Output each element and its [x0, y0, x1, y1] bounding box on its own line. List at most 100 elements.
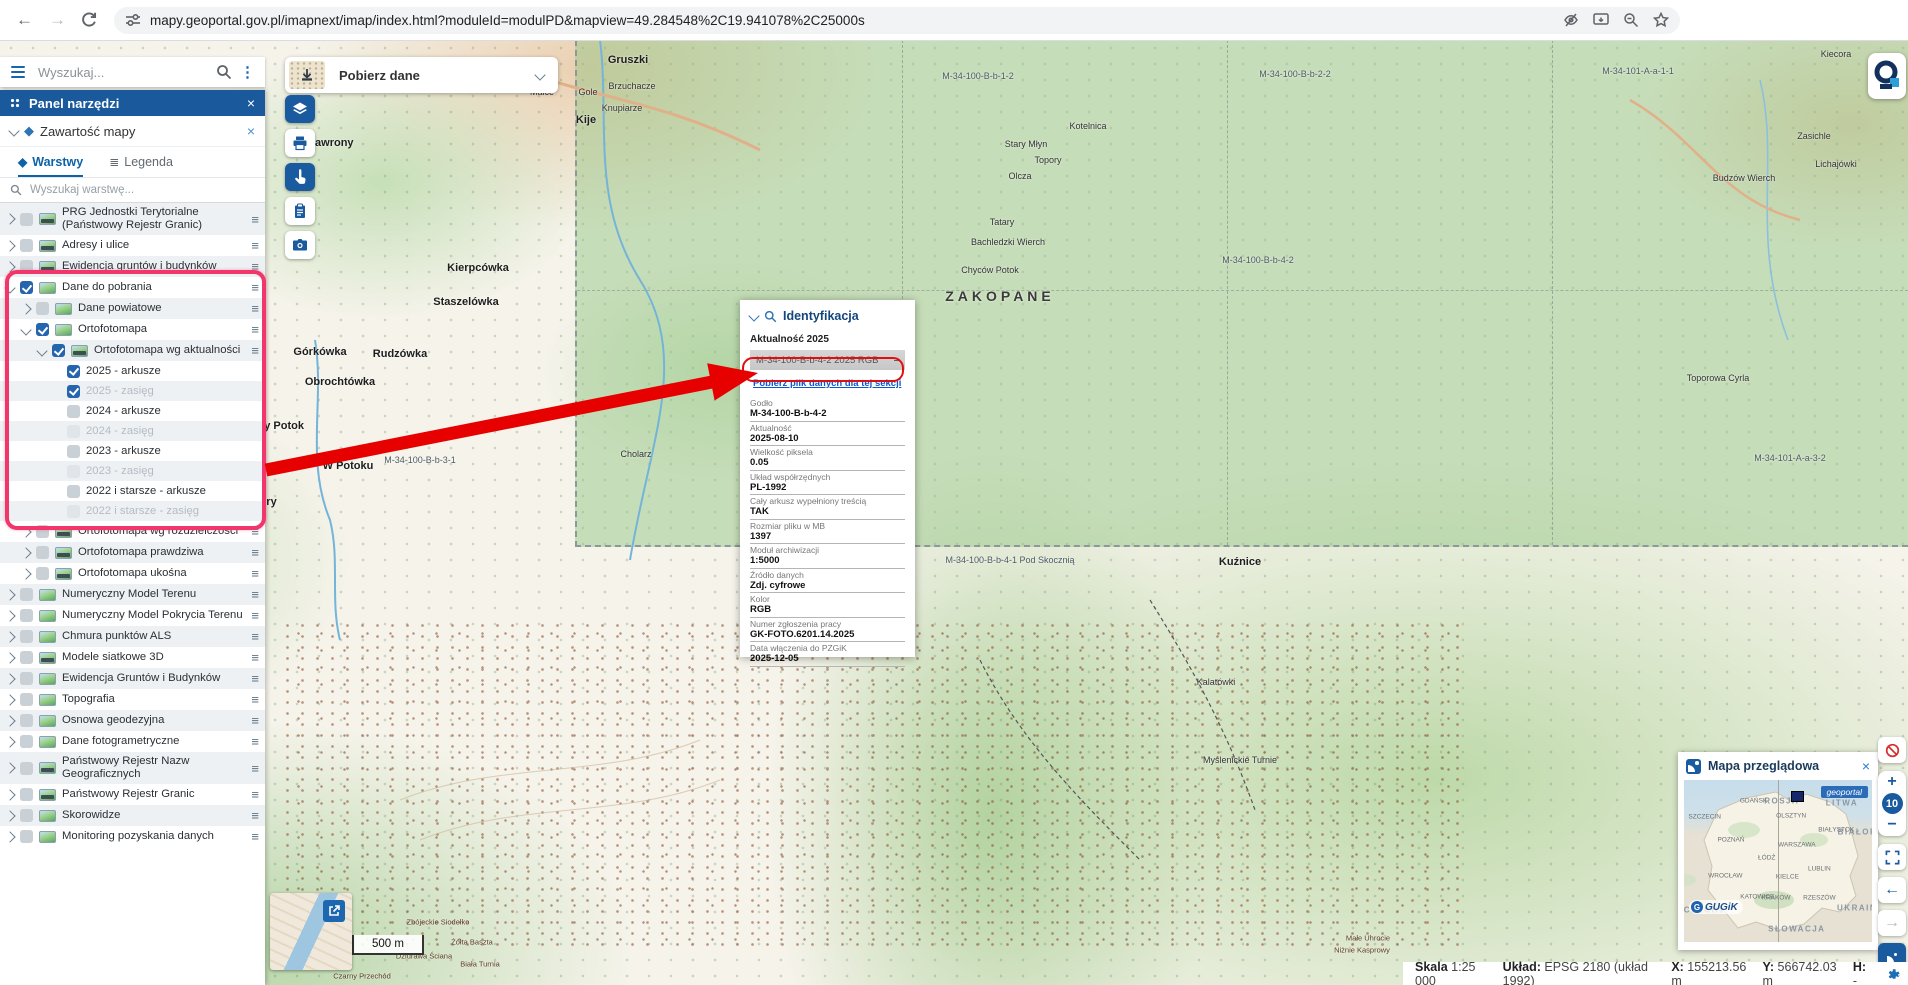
layer-menu-icon[interactable]: ≡	[251, 587, 259, 602]
layer-tree-row[interactable]: Państwowy Rejestr Nazw Geograficznych≡	[0, 752, 265, 784]
layer-tree-row[interactable]: Państwowy Rejestr Granic≡	[0, 784, 265, 805]
layer-checkbox[interactable]	[20, 588, 33, 601]
browser-forward-icon[interactable]: →	[49, 10, 66, 30]
layer-checkbox[interactable]	[67, 385, 80, 398]
fullscreen-button[interactable]	[1878, 844, 1906, 870]
layer-tree-row[interactable]: 2025 - zasięg	[0, 381, 265, 401]
layer-menu-icon[interactable]: ≡	[251, 280, 259, 295]
layer-tree-row[interactable]: Dane powiatowe≡	[0, 298, 265, 319]
layer-checkbox[interactable]	[20, 260, 33, 273]
overview-map[interactable]: ROSJALITWABIAŁORUŚCZECHYSŁOWACJAUKRAINAS…	[1684, 780, 1872, 942]
tree-expander-icon[interactable]	[20, 526, 31, 537]
clipboard-tool-button[interactable]	[285, 197, 315, 225]
map-content-section[interactable]: ◆ Zawartość mapy ×	[0, 116, 265, 147]
layer-checkbox[interactable]	[67, 505, 80, 518]
tree-expander-icon[interactable]	[4, 213, 15, 224]
layer-tree-row[interactable]: 2022 i starsze - zasięg	[0, 501, 265, 521]
layer-checkbox[interactable]	[36, 525, 49, 538]
tree-expander-icon[interactable]	[4, 631, 15, 642]
panel-close-icon[interactable]: ×	[247, 95, 255, 111]
layer-checkbox[interactable]	[20, 735, 33, 748]
tree-expander-icon[interactable]	[20, 324, 31, 335]
tree-expander-icon[interactable]	[4, 589, 15, 600]
layer-checkbox[interactable]	[20, 213, 33, 226]
bookmark-star-icon[interactable]	[1652, 11, 1670, 29]
layer-checkbox[interactable]	[67, 445, 80, 458]
layer-tree-row[interactable]: PRG Jednostki Terytorialne (Państwowy Re…	[0, 203, 265, 235]
identify-selected-sheet[interactable]: M-34-100-B-b-4-2 2025 RGB –	[750, 350, 905, 370]
tree-expander-icon[interactable]	[4, 240, 15, 251]
tree-expander-icon[interactable]	[4, 831, 15, 842]
layer-menu-icon[interactable]: ≡	[251, 301, 259, 316]
layer-tree-row[interactable]: Modele siatkowe 3D≡	[0, 647, 265, 668]
zoom-in-button[interactable]: +	[1887, 773, 1896, 791]
layer-checkbox[interactable]	[67, 425, 80, 438]
layer-menu-icon[interactable]: ≡	[251, 212, 259, 227]
layer-menu-icon[interactable]: ≡	[251, 322, 259, 337]
layer-menu-icon[interactable]: ≡	[251, 259, 259, 274]
geoportal-logo-button[interactable]	[1868, 53, 1906, 99]
layer-menu-icon[interactable]: ≡	[251, 608, 259, 623]
layer-menu-icon[interactable]: ≡	[251, 566, 259, 581]
tab-legend[interactable]: ≣ Legenda	[109, 147, 173, 177]
search-icon[interactable]	[216, 64, 232, 80]
tree-expander-icon[interactable]	[4, 673, 15, 684]
layer-tree-row[interactable]: Skorowidze≡	[0, 805, 265, 826]
layer-menu-icon[interactable]: ≡	[251, 808, 259, 823]
identify-popup-header[interactable]: Identyfikacja	[750, 306, 905, 326]
layer-checkbox[interactable]	[20, 651, 33, 664]
layer-checkbox[interactable]	[20, 788, 33, 801]
layer-menu-icon[interactable]: ≡	[251, 343, 259, 358]
identify-tool-button[interactable]	[285, 163, 315, 191]
tree-expander-icon[interactable]	[20, 547, 31, 558]
layer-tree-row[interactable]: 2022 i starsze - arkusze	[0, 481, 265, 501]
layer-tree-row[interactable]: 2024 - zasięg	[0, 421, 265, 441]
tab-layers[interactable]: ◆ Warstwy	[18, 147, 83, 177]
layer-checkbox[interactable]	[67, 405, 80, 418]
layer-menu-icon[interactable]: ≡	[251, 545, 259, 560]
layer-menu-icon[interactable]: ≡	[251, 761, 259, 776]
search-input[interactable]	[36, 64, 216, 81]
tree-expander-icon[interactable]	[20, 303, 31, 314]
layer-checkbox[interactable]	[20, 762, 33, 775]
layer-menu-icon[interactable]: ≡	[251, 629, 259, 644]
chevron-down-icon[interactable]	[534, 69, 545, 80]
layer-checkbox[interactable]	[36, 567, 49, 580]
layer-checkbox[interactable]	[20, 809, 33, 822]
layer-tree-row[interactable]: Ortofotomapa ukośna≡	[0, 563, 265, 584]
layer-checkbox[interactable]	[52, 344, 65, 357]
overflow-menu-icon[interactable]: ⋮	[240, 63, 255, 81]
previous-extent-button[interactable]: ←	[1878, 877, 1906, 903]
layer-tree-row[interactable]: Ewidencja gruntów i budynków≡	[0, 256, 265, 277]
layer-checkbox[interactable]	[36, 323, 49, 336]
layer-tree-row[interactable]: Ortofotomapa prawdziwa≡	[0, 542, 265, 563]
layer-tree-row[interactable]: Ewidencja Gruntów i Budynków≡	[0, 668, 265, 689]
layer-checkbox[interactable]	[20, 830, 33, 843]
layer-tree-row[interactable]: Monitoring pozyskania danych≡	[0, 826, 265, 847]
layer-checkbox[interactable]	[20, 281, 33, 294]
layer-checkbox[interactable]	[20, 630, 33, 643]
panel-header[interactable]: Panel narzędzi ×	[0, 90, 265, 116]
print-tool-button[interactable]	[285, 129, 315, 157]
tree-expander-icon[interactable]	[4, 652, 15, 663]
disable-selection-button[interactable]	[1878, 737, 1906, 763]
layer-checkbox[interactable]	[67, 365, 80, 378]
url-text[interactable]: mapy.geoportal.gov.pl/imapnext/imap/inde…	[150, 13, 1550, 28]
tree-expander-icon[interactable]	[4, 261, 15, 272]
layer-menu-icon[interactable]: ≡	[251, 787, 259, 802]
section-close-icon[interactable]: ×	[247, 123, 255, 139]
layer-menu-icon[interactable]: ≡	[251, 734, 259, 749]
layer-menu-icon[interactable]: ≡	[251, 713, 259, 728]
layer-tree-row[interactable]: Chmura punktów ALS≡	[0, 626, 265, 647]
layer-tree-row[interactable]: Topografia≡	[0, 689, 265, 710]
overview-close-icon[interactable]: ×	[1862, 758, 1870, 774]
tree-expander-icon[interactable]	[4, 736, 15, 747]
tree-expander-icon[interactable]	[4, 282, 15, 293]
layer-menu-icon[interactable]: ≡	[251, 238, 259, 253]
tree-expander-icon[interactable]	[4, 789, 15, 800]
download-section-link[interactable]: Pobierz plik danych dla tej sekcji	[750, 378, 901, 389]
layer-tree-row[interactable]: 2025 - arkusze	[0, 361, 265, 381]
layer-tree-row[interactable]: Numeryczny Model Terenu≡	[0, 584, 265, 605]
zoom-out-icon[interactable]	[1622, 11, 1640, 29]
open-basemap-icon[interactable]	[323, 900, 345, 922]
